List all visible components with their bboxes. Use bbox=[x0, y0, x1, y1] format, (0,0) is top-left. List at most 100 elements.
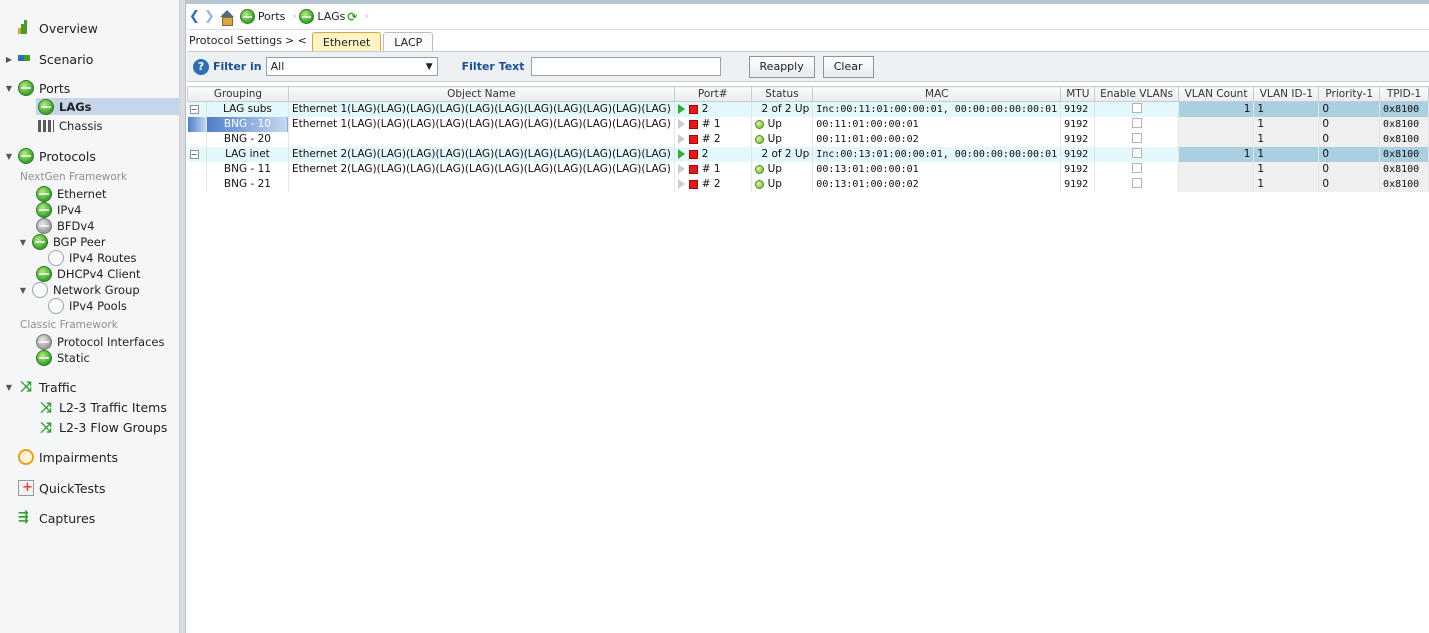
enable-vlans-checkbox[interactable] bbox=[1131, 132, 1142, 143]
port-cell[interactable]: 2 bbox=[674, 101, 752, 117]
tab-lacp[interactable]: LACP bbox=[383, 32, 434, 51]
object-name-cell[interactable]: Ethernet 1(LAG)(LAG)(LAG)(LAG)(LAG)(LAG)… bbox=[288, 101, 675, 117]
object-name-cell[interactable] bbox=[288, 131, 675, 147]
table-row[interactable]: BNG - 11 Ethernet 2(LAG)(LAG)(LAG)(LAG)(… bbox=[187, 161, 1429, 177]
status-cell[interactable]: Up bbox=[751, 161, 814, 177]
status-cell[interactable]: Up bbox=[751, 116, 814, 132]
nav-ports[interactable]: ▼ Ports bbox=[0, 78, 70, 98]
status-cell[interactable]: Up bbox=[751, 131, 814, 147]
port-cell[interactable]: # 2 bbox=[674, 176, 752, 192]
vlan-id-cell[interactable]: 1 bbox=[1253, 176, 1320, 192]
vlan-count-cell[interactable] bbox=[1178, 131, 1255, 147]
nav-bfdv4[interactable]: BFDv4 bbox=[32, 218, 94, 234]
object-name-cell[interactable]: Ethernet 2(LAG)(LAG)(LAG)(LAG)(LAG)(LAG)… bbox=[288, 146, 675, 162]
forward-arrow-icon[interactable]: ❯ bbox=[204, 9, 215, 24]
enable-vlans-checkbox[interactable] bbox=[1131, 117, 1142, 128]
column-header-grouping[interactable]: Grouping bbox=[187, 86, 289, 102]
nav-bgp-peer[interactable]: ▼ BGP Peer bbox=[18, 234, 106, 250]
status-cell[interactable]: Up bbox=[751, 176, 814, 192]
collapse-toggle[interactable]: − bbox=[187, 146, 207, 162]
tpid-cell[interactable]: 0x8100 bbox=[1379, 161, 1429, 177]
collapse-arrow-icon[interactable]: ▼ bbox=[4, 152, 14, 161]
tpid-cell[interactable]: 0x8100 bbox=[1379, 116, 1429, 132]
nav-network-group[interactable]: ▼ Network Group bbox=[18, 282, 140, 298]
back-arrow-icon[interactable]: ❮ bbox=[189, 9, 200, 24]
vlan-count-cell[interactable] bbox=[1178, 116, 1255, 132]
breadcrumb-ports[interactable]: Ports bbox=[239, 9, 285, 24]
column-header-enable-vlans[interactable]: Enable VLANs bbox=[1094, 86, 1179, 102]
sidebar-splitter[interactable] bbox=[180, 0, 186, 633]
mtu-cell[interactable]: 9192 bbox=[1060, 161, 1096, 177]
column-header-vlan-id[interactable]: VLAN ID-1 bbox=[1253, 86, 1320, 102]
port-cell[interactable]: # 2 bbox=[674, 131, 752, 147]
enable-vlans-cell[interactable] bbox=[1094, 146, 1179, 162]
clear-button[interactable]: Clear bbox=[822, 55, 874, 78]
port-cell[interactable]: # 1 bbox=[674, 161, 752, 177]
filter-text-input[interactable] bbox=[530, 57, 721, 76]
nav-l23-flow-groups[interactable]: ⤨ L2-3 Flow Groups bbox=[34, 418, 167, 437]
enable-vlans-checkbox[interactable] bbox=[1131, 177, 1142, 188]
column-header-tpid[interactable]: TPID-1 bbox=[1379, 86, 1429, 102]
nav-quicktests[interactable]: QuickTests bbox=[14, 478, 105, 498]
grouping-cell[interactable]: BNG - 11 bbox=[206, 161, 289, 177]
grouping-cell[interactable]: BNG - 21 bbox=[206, 176, 289, 192]
status-cell[interactable]: 2 of 2 Up bbox=[751, 146, 814, 162]
collapse-arrow-icon[interactable]: ▼ bbox=[4, 84, 14, 93]
mac-cell[interactable]: Inc:00:13:01:00:00:01, 00:00:00:00:00:01 bbox=[812, 146, 1062, 162]
grouping-cell[interactable]: BNG - 20 bbox=[206, 131, 289, 147]
column-header-status[interactable]: Status bbox=[750, 86, 814, 102]
enable-vlans-checkbox[interactable] bbox=[1131, 162, 1142, 173]
tpid-cell[interactable]: 0x8100 bbox=[1379, 146, 1429, 162]
nav-lags[interactable]: LAGs bbox=[36, 98, 180, 115]
mtu-cell[interactable]: 9192 bbox=[1060, 146, 1096, 162]
vlan-id-cell[interactable]: 1 bbox=[1253, 131, 1320, 147]
nav-l23-traffic-items[interactable]: ⤨ L2-3 Traffic Items bbox=[34, 398, 166, 417]
column-header-priority[interactable]: Priority-1 bbox=[1318, 86, 1381, 102]
column-header-object-name[interactable]: Object Name bbox=[287, 86, 675, 102]
nav-protocols[interactable]: ▼ Protocols bbox=[0, 146, 96, 166]
nav-ethernet[interactable]: Ethernet bbox=[32, 186, 107, 202]
object-name-cell[interactable]: Ethernet 1(LAG)(LAG)(LAG)(LAG)(LAG)(LAG)… bbox=[288, 116, 675, 132]
enable-vlans-checkbox[interactable] bbox=[1131, 147, 1142, 158]
protocol-settings-label[interactable]: Protocol Settings bbox=[189, 34, 282, 51]
vlan-id-cell[interactable]: 1 bbox=[1253, 146, 1320, 162]
vlan-id-cell[interactable]: 1 bbox=[1253, 161, 1320, 177]
vlan-id-cell[interactable]: 1 bbox=[1253, 101, 1320, 117]
enable-vlans-cell[interactable] bbox=[1094, 131, 1179, 147]
table-row[interactable]: BNG - 21 # 2 Up 00:13:01:00:00:02 9192 1… bbox=[187, 176, 1429, 192]
enable-vlans-cell[interactable] bbox=[1094, 116, 1179, 132]
vlan-count-cell[interactable]: 1 bbox=[1178, 146, 1255, 162]
object-name-cell[interactable] bbox=[288, 176, 675, 192]
nav-ipv4[interactable]: IPv4 bbox=[32, 202, 81, 218]
filter-in-select[interactable]: All ▼ bbox=[265, 57, 438, 76]
collapse-toggle[interactable]: − bbox=[187, 101, 207, 117]
expand-arrow-icon[interactable]: ▶ bbox=[4, 55, 14, 64]
column-header-mac[interactable]: MAC bbox=[812, 86, 1062, 102]
grouping-cell[interactable]: LAG subs bbox=[206, 101, 289, 117]
mac-cell[interactable]: 00:11:01:00:00:01 bbox=[812, 116, 1062, 132]
nav-chassis[interactable]: Chassis bbox=[36, 117, 103, 134]
collapse-arrow-icon[interactable]: ▼ bbox=[4, 383, 14, 392]
table-row[interactable]: − LAG inet Ethernet 2(LAG)(LAG)(LAG)(LAG… bbox=[187, 146, 1429, 162]
mac-cell[interactable]: Inc:00:11:01:00:00:01, 00:00:00:00:00:01 bbox=[812, 101, 1062, 117]
home-icon[interactable] bbox=[219, 9, 234, 26]
column-header-mtu[interactable]: MTU bbox=[1060, 86, 1096, 102]
tab-scroll-arrows-icon[interactable]: > < bbox=[285, 34, 307, 51]
object-name-cell[interactable]: Ethernet 2(LAG)(LAG)(LAG)(LAG)(LAG)(LAG)… bbox=[288, 161, 675, 177]
collapse-arrow-icon[interactable]: ▼ bbox=[18, 286, 28, 295]
priority-cell[interactable]: 0 bbox=[1318, 116, 1381, 132]
nav-protocol-interfaces[interactable]: Protocol Interfaces bbox=[32, 334, 164, 350]
help-icon[interactable]: ? bbox=[193, 58, 209, 75]
status-cell[interactable]: 2 of 2 Up bbox=[751, 101, 814, 117]
enable-vlans-cell[interactable] bbox=[1094, 161, 1179, 177]
vlan-id-cell[interactable]: 1 bbox=[1253, 116, 1320, 132]
enable-vlans-cell[interactable] bbox=[1094, 101, 1179, 117]
mtu-cell[interactable]: 9192 bbox=[1060, 101, 1096, 117]
priority-cell[interactable]: 0 bbox=[1318, 146, 1381, 162]
table-row[interactable]: BNG - 20 # 2 Up 00:11:01:00:00:02 9192 1… bbox=[187, 131, 1429, 147]
table-row[interactable]: − LAG subs Ethernet 1(LAG)(LAG)(LAG)(LAG… bbox=[187, 101, 1429, 117]
nav-traffic[interactable]: ▼ ⤨ Traffic bbox=[0, 377, 77, 397]
vlan-count-cell[interactable]: 1 bbox=[1178, 101, 1255, 117]
port-cell[interactable]: # 1 bbox=[674, 116, 752, 132]
tpid-cell[interactable]: 0x8100 bbox=[1379, 101, 1429, 117]
